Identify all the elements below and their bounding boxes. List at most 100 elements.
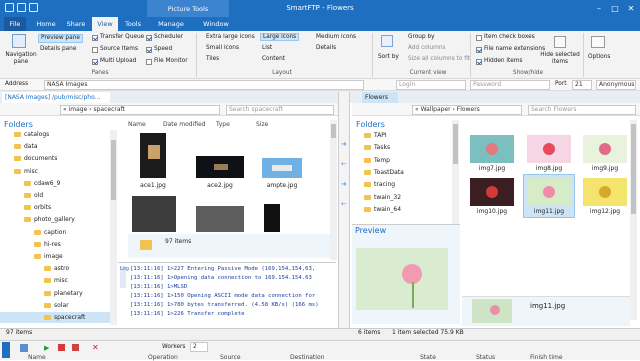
navigation-pane-button[interactable]: Navigation pane (4, 52, 38, 66)
right-search-input[interactable]: Search Flowers (528, 105, 636, 115)
layout-medium-icons[interactable]: Medium icons (316, 34, 356, 40)
tree-item[interactable]: misc (24, 168, 38, 175)
delete-icon[interactable]: ✕ (92, 344, 100, 352)
tab-manage[interactable]: Manage (150, 17, 192, 31)
tab-file[interactable]: File (4, 17, 26, 31)
hide-selected-button[interactable]: Hide selected items (540, 52, 580, 66)
tree-item[interactable]: astro (54, 265, 69, 272)
tree-item[interactable]: twain_64 (374, 206, 401, 213)
image-label[interactable]: img10.jpg (462, 208, 522, 215)
tree-item[interactable]: twain_32 (374, 194, 401, 201)
col-size[interactable]: Size (256, 121, 268, 128)
tree-item[interactable]: old (34, 192, 43, 199)
speed-checkbox[interactable] (146, 47, 152, 53)
file-label[interactable]: ace2.jpg (190, 182, 250, 189)
pause-icon[interactable] (72, 344, 79, 351)
tree-item[interactable]: caption (44, 229, 66, 236)
col-type[interactable]: Type (216, 121, 230, 128)
tree-item[interactable]: orbits (34, 204, 51, 211)
tab-home[interactable]: Home (32, 17, 60, 31)
password-input[interactable]: Password (470, 80, 550, 90)
preview-pane-button[interactable]: Preview pane (38, 34, 83, 43)
port-input[interactable]: 21 (572, 80, 592, 90)
queue-side-tab[interactable] (2, 342, 10, 358)
col-date[interactable]: Date modified (163, 121, 206, 128)
log-tab[interactable]: Log (120, 266, 129, 288)
file-label[interactable]: ampte.jpg (252, 182, 312, 189)
sort-by-button[interactable]: Sort by (378, 54, 399, 60)
tree-item[interactable]: TAPI (374, 132, 387, 139)
address-input[interactable]: NASA Images (44, 80, 364, 90)
hidden-items-checkbox[interactable] (476, 59, 482, 65)
left-path-input[interactable]: « image › spacecraft (60, 105, 220, 115)
file-thumbnail[interactable] (132, 196, 176, 232)
navigation-pane-icon[interactable] (12, 34, 26, 48)
layout-extra-large[interactable]: Extra large icons (206, 34, 255, 40)
transfer-left-icon[interactable]: ← (341, 160, 347, 168)
layout-details[interactable]: Details (316, 45, 336, 51)
image-label[interactable]: img11.jpg (519, 208, 579, 215)
left-tree-scrollbar[interactable] (110, 130, 117, 325)
image-label[interactable]: img12.jpg (575, 208, 635, 215)
login-input[interactable]: Login (396, 80, 466, 90)
file-thumbnail[interactable] (196, 206, 244, 232)
minimize-icon[interactable]: – (592, 2, 606, 15)
tree-item[interactable]: tracing (374, 181, 395, 188)
image-label[interactable]: img8.jpg (519, 165, 579, 172)
add-columns-button[interactable]: Add columns (408, 45, 445, 51)
tab-tools[interactable]: Tools (120, 17, 146, 31)
left-list-scrollbar[interactable] (330, 120, 337, 260)
tree-item[interactable]: planetary (54, 290, 83, 297)
right-path-input[interactable]: « Wallpaper › Flowers (412, 105, 522, 115)
tree-item[interactable]: spacecraft (54, 314, 85, 321)
close-icon[interactable]: ✕ (624, 2, 638, 15)
tree-item[interactable]: image (44, 253, 63, 260)
image-label[interactable]: img7.jpg (462, 165, 522, 172)
file-thumbnail[interactable] (264, 204, 280, 232)
file-monitor-checkbox[interactable] (146, 59, 152, 65)
image-label[interactable]: img9.jpg (575, 165, 635, 172)
left-panel-tab[interactable]: [NASA Images] /pub/misc/pho... (2, 92, 110, 103)
queue-left-icon[interactable]: ← (341, 200, 347, 208)
tree-item[interactable]: documents (24, 155, 57, 162)
tab-view[interactable]: View (92, 17, 118, 31)
multi-upload-checkbox[interactable] (92, 59, 98, 65)
image-thumbnail[interactable] (583, 135, 627, 163)
source-items-checkbox[interactable] (92, 47, 98, 53)
layout-content[interactable]: Content (262, 56, 285, 62)
transfer-right-icon[interactable]: ➜ (341, 140, 347, 148)
queue-right-icon[interactable]: ➜ (341, 180, 347, 188)
tree-item[interactable]: photo_gallery (34, 216, 75, 223)
image-thumbnail[interactable] (470, 178, 514, 206)
file-thumbnail[interactable] (196, 156, 244, 178)
left-search-input[interactable]: Search spacecraft (226, 105, 334, 115)
file-extensions-checkbox[interactable] (476, 47, 482, 53)
stop-icon[interactable] (58, 344, 65, 351)
layout-small-icons[interactable]: Small icons (206, 45, 239, 51)
layout-tiles[interactable]: Tiles (206, 56, 219, 62)
image-thumbnail[interactable] (527, 178, 571, 206)
tree-item[interactable]: hi-res (44, 241, 61, 248)
tree-item[interactable]: solar (54, 302, 69, 309)
tree-item[interactable]: Temp (374, 157, 390, 164)
size-all-columns-button[interactable]: Size all columns to fit (408, 56, 470, 62)
col-name[interactable]: Name (128, 121, 146, 128)
file-label[interactable]: ace1.jpg (123, 182, 183, 189)
tab-share[interactable]: Share (62, 17, 90, 31)
item-checkboxes-checkbox[interactable] (476, 35, 482, 41)
tree-item[interactable]: data (24, 143, 38, 150)
sort-icon[interactable] (381, 35, 393, 47)
tree-item[interactable]: cdaw6_9 (34, 180, 60, 187)
options-button[interactable]: Options (588, 54, 610, 60)
image-thumbnail[interactable] (527, 135, 571, 163)
layout-large-icons[interactable]: Large icons (260, 33, 300, 41)
group-by-button[interactable]: Group by (408, 34, 435, 40)
layout-list[interactable]: List (262, 45, 272, 51)
tree-item[interactable]: catalogs (24, 131, 49, 138)
transfer-queue-checkbox[interactable] (92, 35, 98, 41)
maximize-icon[interactable]: □ (608, 2, 622, 15)
tab-window[interactable]: Window (196, 17, 236, 31)
anonymous-dropdown[interactable]: Anonymous (596, 80, 636, 90)
file-thumbnail[interactable] (262, 158, 302, 178)
tree-item[interactable]: ToastData (374, 169, 404, 176)
